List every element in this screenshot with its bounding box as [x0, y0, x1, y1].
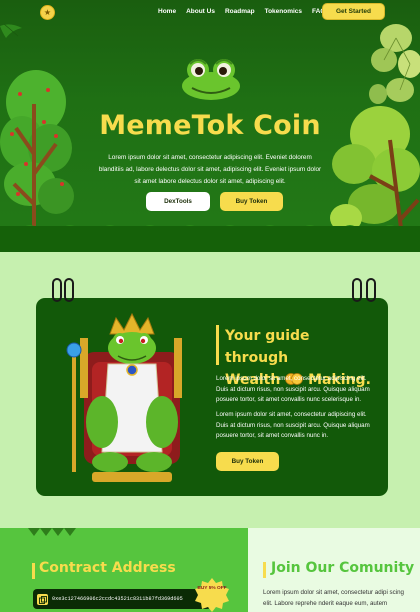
binder-ring-icon: [64, 278, 74, 302]
contract-title: Contract Address: [39, 560, 176, 576]
king-frog-throne-illustration-icon: [66, 312, 182, 482]
nav-link-home[interactable]: Home: [158, 8, 176, 15]
binder-ring-icon: [352, 278, 362, 302]
guide-heading-line1: Your guide through: [225, 328, 310, 366]
frog-mascot-icon: [182, 59, 240, 100]
logo-icon[interactable]: ★: [40, 5, 55, 20]
zigzag-decoration-icon: [28, 528, 76, 536]
dextools-button[interactable]: DexTools: [146, 192, 210, 211]
binder-ring-icon: [366, 278, 376, 302]
buy-token-button[interactable]: Buy Token: [220, 192, 283, 211]
contract-address-value[interactable]: 0xe3c127466906c2ccdc43521c8311b87fd369d6…: [52, 596, 183, 602]
get-started-button[interactable]: Get Started: [322, 3, 385, 20]
top-navigation: ★ Home About Us Roadmap Tokenomics FAQ G…: [0, 0, 420, 26]
guide-buy-token-button[interactable]: Buy Token: [216, 452, 279, 471]
community-description: Lorem ipsum dolor sit amet, consectetur …: [263, 589, 405, 607]
hero-title: MemeTok Coin: [99, 110, 321, 141]
discount-badge-icon: [195, 578, 229, 612]
nav-links: Home About Us Roadmap Tokenomics FAQ: [158, 8, 325, 15]
hero-section: ★ Home About Us Roadmap Tokenomics FAQ G…: [0, 0, 420, 252]
community-title: Join Our Comunity: [271, 560, 415, 576]
guide-paragraph-2: Lorem ipsum dolor sit amet, consectetur …: [216, 411, 370, 439]
binder-ring-icon: [52, 278, 62, 302]
nav-link-about-us[interactable]: About Us: [186, 8, 215, 15]
heading-accent-bar: [216, 325, 219, 365]
nav-link-tokenomics[interactable]: Tokenomics: [265, 8, 302, 15]
guide-paragraph-1: Lorem ipsum dolor sit amet, consectetur …: [216, 375, 370, 403]
hero-description: Lorem ipsum dolor sit amet, consectetur …: [98, 154, 322, 185]
heading-accent-bar: [263, 562, 266, 578]
discount-badge-label: BUY 5% OFF: [197, 586, 227, 591]
hero-ground: [0, 226, 420, 252]
heading-accent-bar: [32, 563, 35, 579]
hero-buttons: DexTools Buy Token: [146, 192, 283, 211]
copy-icon[interactable]: [37, 594, 48, 605]
nav-link-roadmap[interactable]: Roadmap: [225, 8, 255, 15]
